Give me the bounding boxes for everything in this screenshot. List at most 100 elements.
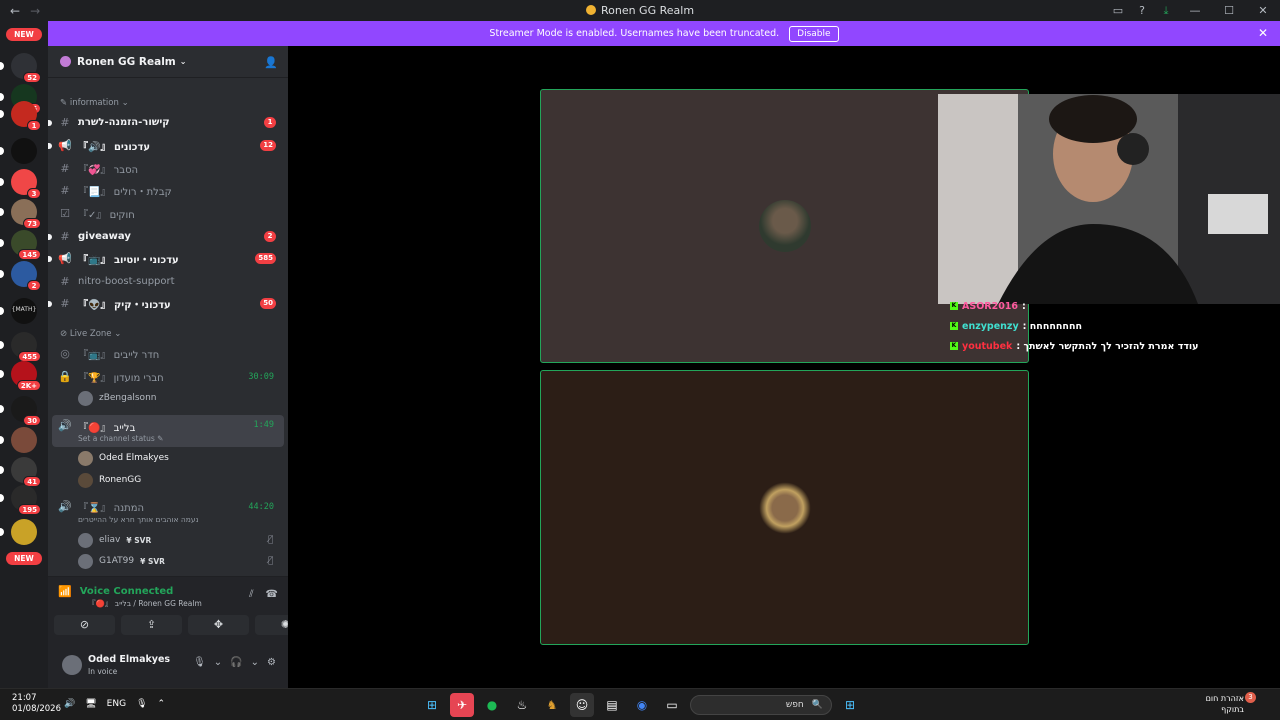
category-live-zone[interactable]: ⊘ Live Zone ⌄ xyxy=(60,329,121,339)
server-icon[interactable]: 3 xyxy=(0,169,41,199)
language-indicator[interactable]: ENG xyxy=(107,699,126,709)
new-servers-tag[interactable]: NEW xyxy=(6,28,42,41)
hash-icon: # xyxy=(60,116,70,129)
notes-icon[interactable]: ▤ xyxy=(600,693,624,717)
avatar xyxy=(78,450,93,466)
display-icon[interactable]: 🖥 xyxy=(85,699,96,709)
channel-item[interactable]: # 『📃』 קבלת・רולים xyxy=(52,180,284,201)
download-icon[interactable]: ⤓ xyxy=(1154,4,1178,18)
chrome-icon[interactable]: ◉ xyxy=(630,693,654,717)
channel-sidebar: Ronen GG Realm ⌄ 👤 ✎ information ⌄ # קישו… xyxy=(48,46,316,689)
category-information[interactable]: ✎ information ⌄ xyxy=(60,98,129,108)
voice-channel-club[interactable]: 🔒 『🏆』 חברי מועדון 30:09 xyxy=(52,366,284,387)
channel-item[interactable]: # 『💞』 הסבר xyxy=(52,158,284,179)
app-icon[interactable]: ♞ xyxy=(540,693,564,717)
camera-off-button[interactable]: ⊘ xyxy=(54,615,115,635)
chat-message: Kenzypenzy: חחחחחחחח xyxy=(950,316,1280,336)
avatar[interactable] xyxy=(62,655,82,675)
close-window-button[interactable]: ✕ xyxy=(1246,4,1280,17)
discord-icon[interactable]: ☺ xyxy=(570,693,594,717)
voice-user[interactable]: eliav ¥ SVR 🎙̸ xyxy=(78,530,273,550)
avatar xyxy=(78,472,93,488)
voice-user[interactable]: G1AT99 ¥ SVR 🎙̸ xyxy=(78,551,273,571)
channel-item[interactable]: 📢 『📺』 עדכוני・יוטיוב 585 xyxy=(48,248,284,269)
disable-streamer-mode-button[interactable]: Disable xyxy=(789,25,839,42)
lock-icon: 🔒 xyxy=(58,370,72,383)
spotify-icon[interactable]: ● xyxy=(480,693,504,717)
server-icon[interactable]: 1 xyxy=(0,101,41,131)
server-icon[interactable]: 195 xyxy=(0,485,41,515)
channel-status[interactable]: Set a channel status ✎ xyxy=(78,434,163,443)
weather-status: בתוקף xyxy=(1221,705,1244,714)
noise-suppression-icon[interactable]: ⫽ xyxy=(249,589,253,600)
microphone-icon[interactable]: 🎙 xyxy=(136,699,147,709)
server-tag: ¥ SVR xyxy=(140,556,165,566)
server-icon[interactable] xyxy=(0,427,37,453)
channel-item[interactable]: # giveaway 2 xyxy=(48,226,284,247)
user-name[interactable]: Oded Elmakyes xyxy=(88,654,170,665)
weather-widget[interactable]: אזהרת חום בתוקף xyxy=(1206,693,1244,715)
close-banner-icon[interactable]: ✕ xyxy=(1258,26,1268,40)
channel-name: 『📃』 קבלת・רולים xyxy=(78,187,172,198)
voice-connected-label[interactable]: Voice Connected xyxy=(80,586,174,597)
voice-user[interactable]: Oded Elmakyes xyxy=(78,448,169,468)
server-icon[interactable]: 30 xyxy=(0,396,41,426)
server-icon[interactable] xyxy=(0,138,37,164)
channel-name: 『🏆』 חברי מועדון xyxy=(78,373,164,384)
forward-arrow-icon[interactable]: → xyxy=(30,4,40,18)
channel-timer: 30:09 xyxy=(248,371,274,382)
gear-icon[interactable]: ⚙ xyxy=(267,657,276,668)
back-arrow-icon[interactable]: ← xyxy=(10,4,20,18)
new-servers-tag[interactable]: NEW xyxy=(6,552,42,565)
channel-item[interactable]: ☑ 『✓』 חוקים xyxy=(52,203,284,224)
chevron-up-icon[interactable]: ⌃ xyxy=(158,699,166,709)
stage-channel[interactable]: ◎ 『📺』 חדר לייבים xyxy=(52,343,284,364)
microphone-icon[interactable]: 🎙 xyxy=(193,657,206,668)
server-icon[interactable]: 145 xyxy=(0,230,41,260)
help-icon[interactable]: ? xyxy=(1130,4,1154,17)
server-icon[interactable]: 52 xyxy=(0,53,41,83)
voice-user[interactable]: zBengalsonn xyxy=(78,388,156,408)
screen-share-button[interactable]: ⇪ xyxy=(121,615,182,635)
channel-item[interactable]: # 『👽』 עדכוני・קיק 50 xyxy=(48,293,284,314)
channel-item[interactable]: # nitro-boost-support xyxy=(52,271,284,292)
voice-location[interactable]: 『🔴』 בלייב / Ronen GG Realm xyxy=(88,598,202,609)
participant-tile[interactable] xyxy=(540,370,1029,645)
server-header[interactable]: Ronen GG Realm ⌄ 👤 xyxy=(48,46,288,78)
steam-icon[interactable]: ♨ xyxy=(510,693,534,717)
server-tag: ¥ SVR xyxy=(126,535,152,545)
unread-indicator xyxy=(0,239,4,247)
minimize-button[interactable]: — xyxy=(1178,4,1212,17)
clock[interactable]: 21:07 01/08/2026 xyxy=(12,693,61,715)
server-icon[interactable]: {MATH} xyxy=(0,298,37,324)
channel-name: 『✓』 חוקים xyxy=(78,210,135,221)
server-icon[interactable]: 41 xyxy=(0,457,41,487)
file-explorer-icon[interactable]: ▭ xyxy=(660,693,684,717)
mention-badge: 2K+ xyxy=(16,380,41,391)
apps-grid-icon[interactable]: ⊞ xyxy=(420,693,444,717)
inbox-icon[interactable]: ▭ xyxy=(1106,4,1130,17)
category-label: Live Zone xyxy=(69,329,112,339)
windows-start-icon[interactable]: ⊞ xyxy=(838,693,862,717)
server-icon[interactable]: 455 xyxy=(0,332,41,362)
voice-channel-waiting[interactable]: 🔊 『⌛』 המתנה 44:20 xyxy=(52,496,284,517)
disconnect-icon[interactable]: ☎ xyxy=(266,589,278,600)
clock-time: 21:07 xyxy=(12,693,37,703)
channel-item[interactable]: 📢 『🔊』 עדכונים 12 xyxy=(48,135,284,156)
search-box[interactable]: חפש 🔍 xyxy=(690,695,832,715)
volume-icon[interactable]: 🔊 xyxy=(64,699,75,709)
chevron-down-icon[interactable]: ⌄ xyxy=(214,657,222,668)
activities-button[interactable]: ✥ xyxy=(188,615,249,635)
server-icon[interactable]: 73 xyxy=(0,199,41,229)
server-icon[interactable]: 2 xyxy=(0,261,41,291)
headphones-icon[interactable]: 🎧 xyxy=(230,657,242,668)
voice-action-buttons: ⊘ ⇪ ✥ ✺ xyxy=(54,615,316,635)
server-icon[interactable]: 2K+ xyxy=(0,361,41,391)
chevron-down-icon[interactable]: ⌄ xyxy=(251,657,259,668)
maximize-button[interactable]: ☐ xyxy=(1212,4,1246,17)
server-icon[interactable] xyxy=(0,519,37,545)
voice-user[interactable]: RonenGG xyxy=(78,470,141,490)
channel-item[interactable]: # קישור-הזמנה-לשרת 1 xyxy=(48,112,284,133)
telegram-icon[interactable]: ✈ xyxy=(450,693,474,717)
invite-people-icon[interactable]: 👤 xyxy=(264,56,278,69)
